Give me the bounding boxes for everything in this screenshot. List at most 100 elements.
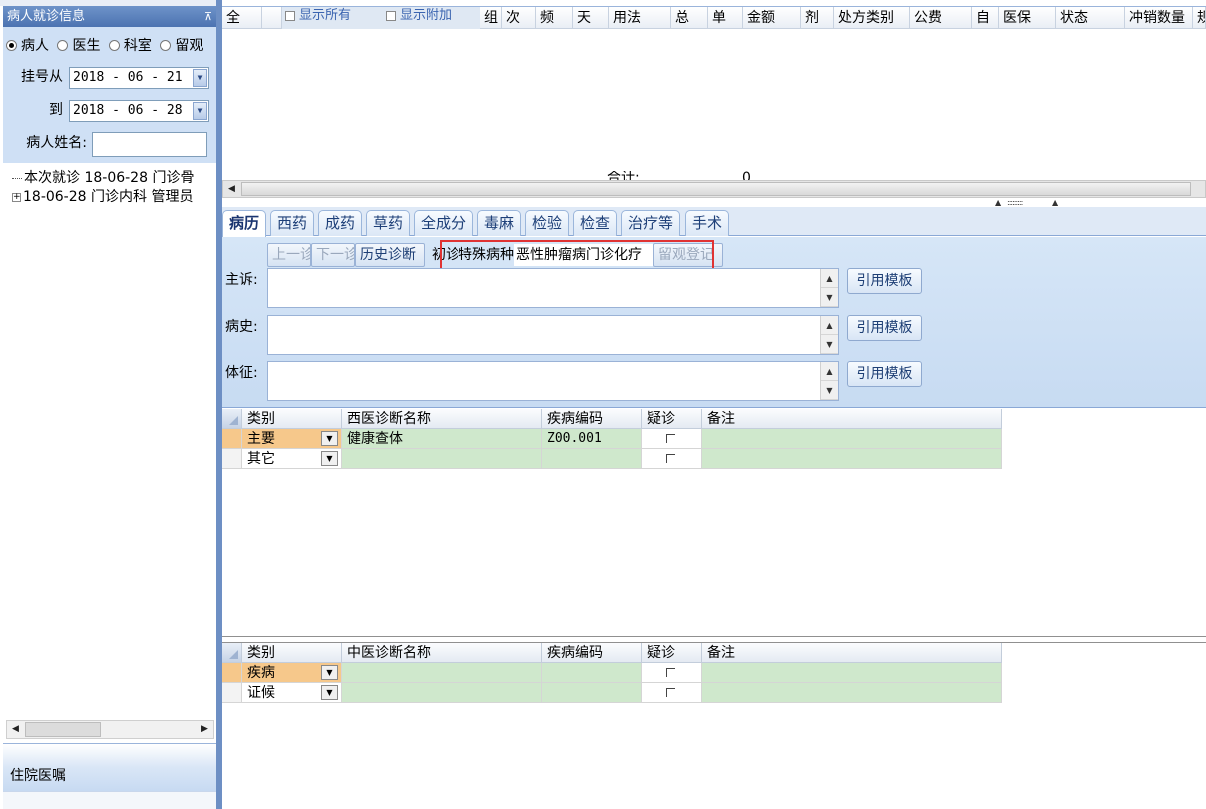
- prescription-grid: 全 组 次 频 天 用法 总 单 金额 剂 处方类别 公费 自 医保 状态 冲销…: [222, 6, 1206, 182]
- scrollbar-thumb[interactable]: [25, 722, 101, 737]
- order-tab-bar: 病历 西药 成药 草药 全成分 毒麻 检验 检查 治疗等 手术: [222, 207, 1206, 237]
- history-diagnosis-button[interactable]: 历史诊断: [355, 243, 425, 267]
- prev-visit-button[interactable]: 上一诊: [267, 243, 311, 267]
- row-indicator[interactable]: [222, 429, 242, 449]
- select-all-corner[interactable]: [222, 409, 242, 429]
- prescription-grid-header: 全 组 次 频 天 用法 总 单 金额 剂 处方类别 公费 自 医保 状态 冲销…: [222, 7, 1206, 29]
- memo-scrollbar[interactable]: ▲ ▼: [820, 362, 838, 400]
- panel-resize-grip[interactable]: ▲ ::::::::: ▲: [0, 198, 1206, 207]
- diagnosis-name-cell[interactable]: 健康查体: [342, 429, 542, 449]
- patient-panel-header: 病人就诊信息 ⊼: [3, 6, 216, 27]
- col-diagnosis-name: 西医诊断名称: [342, 409, 542, 429]
- diagnosis-name-cell[interactable]: [342, 683, 542, 703]
- col-dose: 剂: [801, 7, 834, 29]
- chief-complaint-template-button[interactable]: 引用模板: [847, 268, 922, 294]
- note-cell[interactable]: [702, 683, 1002, 703]
- grid-separator[interactable]: [222, 636, 1206, 643]
- prescription-horizontal-scrollbar[interactable]: ◀: [222, 180, 1206, 198]
- scroll-down-icon: ▼: [821, 381, 838, 400]
- scroll-up-icon: ▲: [821, 316, 838, 335]
- disease-code-cell[interactable]: [542, 449, 642, 469]
- radio-icon: [108, 40, 120, 51]
- suspected-checkbox[interactable]: [642, 449, 702, 469]
- date-to-value: 2018 - 06 - 28: [73, 103, 183, 118]
- note-cell[interactable]: [702, 663, 1002, 683]
- tab-narcotics[interactable]: 毒麻: [477, 210, 522, 236]
- visit-tree-item-current[interactable]: 本次就诊 18-06-28 门诊骨: [12, 169, 216, 188]
- scroll-left-icon[interactable]: ◀: [7, 721, 24, 738]
- note-cell[interactable]: [702, 429, 1002, 449]
- row-indicator[interactable]: [222, 683, 242, 703]
- col-group: 组: [480, 7, 502, 29]
- col-blank: [262, 7, 282, 29]
- suspected-checkbox[interactable]: [642, 429, 702, 449]
- memo-scrollbar[interactable]: ▲ ▼: [820, 316, 838, 354]
- radio-selected-icon: [6, 40, 17, 51]
- scroll-right-icon[interactable]: ▶: [196, 721, 213, 738]
- date-to-picker[interactable]: 2018 - 06 - 28 ▼: [69, 100, 209, 122]
- row-indicator[interactable]: [222, 663, 242, 683]
- chevron-down-icon[interactable]: ▼: [193, 102, 207, 120]
- next-visit-button[interactable]: 下一诊: [311, 243, 355, 267]
- tab-patent-medicine[interactable]: 成药: [318, 210, 363, 236]
- pin-icon[interactable]: ⊼: [204, 6, 212, 27]
- category-combo[interactable]: 疾病 ▼: [242, 663, 342, 683]
- note-cell[interactable]: [702, 449, 1002, 469]
- chevron-down-icon[interactable]: ▼: [193, 69, 207, 87]
- inpatient-orders-section[interactable]: 住院医嘱: [3, 743, 216, 791]
- radio-doctor[interactable]: 医生: [57, 38, 100, 54]
- tab-treatments[interactable]: 治疗等: [621, 210, 681, 236]
- checkbox-icon: [666, 668, 675, 677]
- suspected-checkbox[interactable]: [642, 663, 702, 683]
- select-all-corner[interactable]: [222, 643, 242, 663]
- left-panel-footer: [3, 791, 216, 809]
- row-indicator[interactable]: [222, 449, 242, 469]
- tab-surgery[interactable]: 手术: [685, 210, 730, 236]
- tab-examinations[interactable]: 检查: [573, 210, 618, 236]
- tab-western-medicine[interactable]: 西药: [270, 210, 315, 236]
- memo-scrollbar[interactable]: ▲ ▼: [820, 269, 838, 307]
- disease-code-cell[interactable]: [542, 683, 642, 703]
- date-from-label: 挂号从: [21, 69, 63, 85]
- chevron-down-icon[interactable]: ▼: [321, 431, 338, 446]
- col-writeoff-qty: 冲销数量: [1125, 7, 1193, 29]
- radio-patient[interactable]: 病人: [6, 38, 49, 54]
- signs-template-button[interactable]: 引用模板: [847, 361, 922, 387]
- category-combo[interactable]: 证候 ▼: [242, 683, 342, 703]
- chief-complaint-input[interactable]: ▲ ▼: [267, 268, 839, 308]
- scrollbar-thumb[interactable]: [241, 182, 1191, 196]
- scroll-up-icon: ▲: [821, 269, 838, 288]
- signs-input[interactable]: ▲ ▼: [267, 361, 839, 401]
- scroll-left-icon[interactable]: ◀: [223, 181, 240, 197]
- tab-lab-tests[interactable]: 检验: [525, 210, 570, 236]
- diagnosis-name-cell[interactable]: [342, 449, 542, 469]
- tab-medical-record[interactable]: 病历: [222, 210, 267, 237]
- date-from-picker[interactable]: 2018 - 06 - 21 ▼: [69, 67, 209, 89]
- history-template-button[interactable]: 引用模板: [847, 315, 922, 341]
- col-select-all[interactable]: 全: [222, 7, 262, 29]
- show-all-checkbox[interactable]: 显示所有: [285, 7, 351, 25]
- radio-department[interactable]: 科室: [108, 38, 152, 54]
- category-combo[interactable]: 主要 ▼: [242, 429, 342, 449]
- show-extra-checkbox[interactable]: 显示附加: [386, 7, 452, 25]
- chevron-down-icon[interactable]: ▼: [321, 665, 338, 680]
- history-input[interactable]: ▲ ▼: [267, 315, 839, 355]
- radio-observation[interactable]: 留观: [160, 38, 203, 54]
- chevron-down-icon[interactable]: ▼: [321, 685, 338, 700]
- col-disease-code: 疾病编码: [542, 409, 642, 429]
- visit-tree-horizontal-scrollbar[interactable]: ◀ ▶: [6, 720, 214, 739]
- tab-herbal-medicine[interactable]: 草药: [366, 210, 411, 236]
- col-public-fee: 公费: [910, 7, 972, 29]
- tab-all-components[interactable]: 全成分: [414, 210, 474, 236]
- col-usage: 用法: [609, 7, 671, 29]
- col-days: 天: [573, 7, 609, 29]
- disease-code-cell[interactable]: Z00.001: [542, 429, 642, 449]
- diagnosis-name-cell[interactable]: [342, 663, 542, 683]
- chevron-down-icon[interactable]: ▼: [321, 451, 338, 466]
- patient-name-input[interactable]: [92, 132, 207, 157]
- date-from-value: 2018 - 06 - 21: [73, 70, 183, 85]
- col-amount: 金额: [743, 7, 801, 29]
- suspected-checkbox[interactable]: [642, 683, 702, 703]
- category-combo[interactable]: 其它 ▼: [242, 449, 342, 469]
- disease-code-cell[interactable]: [542, 663, 642, 683]
